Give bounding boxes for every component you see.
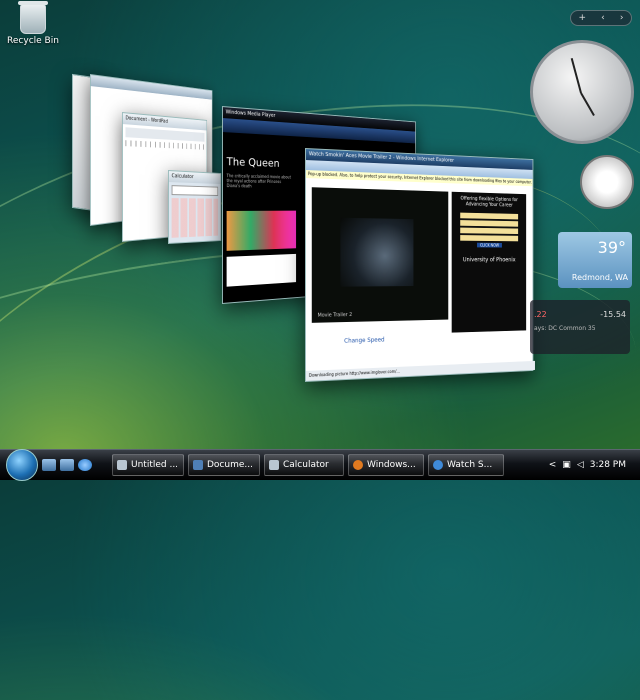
internet-explorer-icon[interactable] [78, 459, 92, 471]
ad-school: University of Phoenix [462, 256, 516, 264]
window-internet-explorer[interactable]: Watch Smokin' Aces Movie Trailer 2 - Win… [305, 148, 535, 382]
network-icon[interactable]: ▣ [562, 460, 571, 470]
add-gadget-icon[interactable]: + [579, 13, 587, 23]
start-button[interactable] [6, 449, 38, 481]
video-caption: Movie Trailer 2 [317, 312, 353, 319]
notepad-icon [117, 460, 127, 470]
taskbar-item[interactable]: Windows... [348, 454, 424, 476]
show-desktop-icon[interactable] [42, 459, 56, 471]
ad-cta-button[interactable]: CLICK NOW [477, 242, 502, 248]
chevron-right-icon[interactable]: › [620, 13, 624, 23]
taskbar-item[interactable]: Watch S... [428, 454, 504, 476]
stock-value-a: -15.54 [600, 310, 626, 319]
media-player-heading: The Queen [226, 155, 280, 170]
media-player-description: The critically acclaimed movie about the… [226, 173, 291, 189]
calculator-icon [269, 460, 279, 470]
taskbar-item[interactable]: Calculator [264, 454, 344, 476]
video-player[interactable]: Movie Trailer 2 [311, 187, 449, 323]
volume-icon[interactable]: ◁ [577, 460, 584, 470]
stock-value-b: .22 [534, 310, 547, 319]
clock-hour-hand [580, 92, 595, 117]
clock-gadget[interactable] [530, 40, 634, 144]
weather-city: Redmond, WA [571, 273, 628, 282]
sidebar-controls[interactable]: + ‹ › [570, 10, 632, 26]
media-player-icon [353, 460, 363, 470]
chevron-left-icon[interactable]: ‹ [601, 13, 605, 23]
ad-heading: Offering flexible Options for Advancing … [460, 195, 518, 209]
internet-explorer-icon [433, 460, 443, 470]
notification-area: < ▣ ◁ 3:28 PM [549, 450, 640, 480]
recycle-bin-label: Recycle Bin [7, 36, 59, 46]
cpu-meter-gadget[interactable] [580, 155, 634, 209]
taskbar-item[interactable]: Untitled ... [112, 454, 184, 476]
switch-windows-icon[interactable] [60, 459, 74, 471]
tray-chevron-icon[interactable]: < [549, 460, 557, 470]
taskbar: Untitled ... Docume... Calculator Window… [0, 449, 640, 481]
recycle-bin-icon[interactable]: Recycle Bin [6, 1, 60, 46]
clock-minute-hand [570, 57, 582, 94]
calculator-title: Calculator [168, 171, 221, 185]
taskbar-clock[interactable]: 3:28 PM [590, 460, 626, 470]
weather-temperature: 39° [597, 238, 626, 257]
stocks-gadget[interactable]: .22 -15.54 ays: DC Common 35 [530, 300, 630, 354]
taskbar-item[interactable]: Docume... [188, 454, 260, 476]
weather-gadget[interactable]: 39° Redmond, WA [558, 232, 632, 288]
trash-icon [18, 1, 48, 34]
window-calculator[interactable]: Calculator [168, 170, 222, 244]
stock-footer: ays: DC Common 35 [534, 325, 596, 332]
ie-link[interactable]: Change Speed [344, 337, 384, 345]
wordpad-icon [193, 460, 203, 470]
